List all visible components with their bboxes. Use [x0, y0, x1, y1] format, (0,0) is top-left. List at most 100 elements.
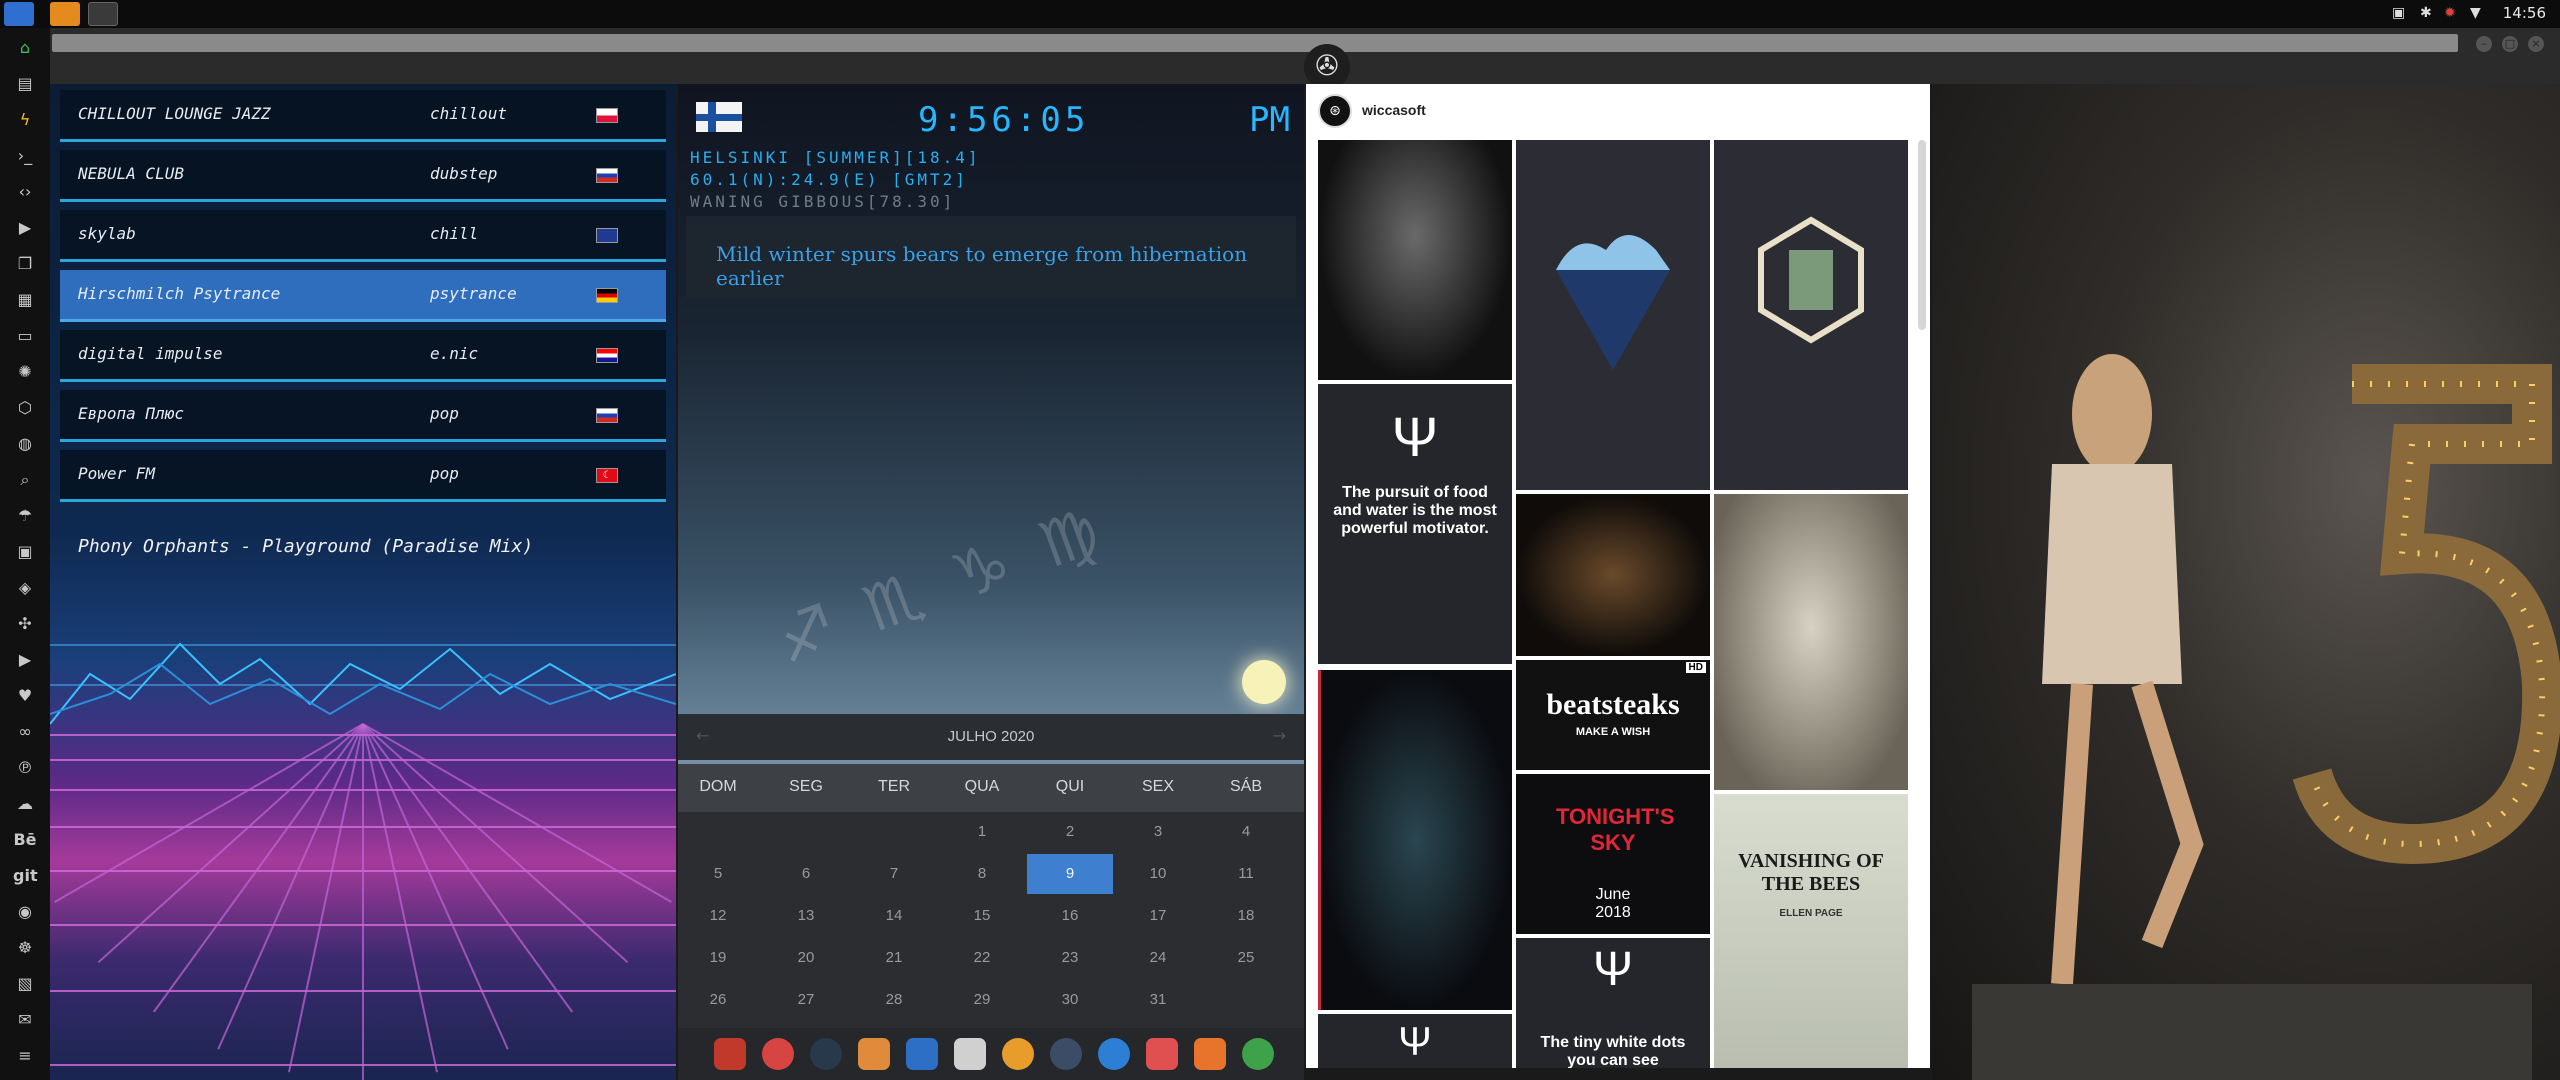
globe-icon[interactable]: ◍: [13, 432, 37, 456]
post-pursuit-tile[interactable]: Ψ The pursuit of food and water is the m…: [1318, 384, 1512, 664]
maximize-button[interactable]: □: [2502, 36, 2518, 52]
world-icon[interactable]: [1098, 1038, 1130, 1070]
calendar-day[interactable]: 14: [851, 896, 937, 936]
photos-icon[interactable]: [858, 1038, 890, 1070]
cloud-icon[interactable]: ☁: [13, 792, 37, 816]
network-icon[interactable]: ⬡: [13, 396, 37, 420]
post-portrait-tile[interactable]: [1318, 140, 1512, 380]
calendar-day[interactable]: 28: [851, 980, 937, 1020]
calendar-day[interactable]: 6: [763, 854, 849, 894]
home-icon[interactable]: ⌂: [13, 36, 37, 60]
timer-icon[interactable]: [762, 1038, 794, 1070]
calendar-day[interactable]: 29: [939, 980, 1025, 1020]
calendar-day[interactable]: 26: [678, 980, 761, 1020]
document-icon[interactable]: ▤: [13, 72, 37, 96]
address-bar[interactable]: [52, 34, 2458, 52]
calendar-day-today[interactable]: 9: [1027, 854, 1113, 894]
calendar-day[interactable]: 11: [1203, 854, 1289, 894]
station-row-selected[interactable]: Hirschmilch Psytrance psytrance: [60, 270, 666, 322]
play-icon[interactable]: ▶: [13, 216, 37, 240]
users-icon[interactable]: ☸: [13, 936, 37, 960]
calendar-day[interactable]: 16: [1027, 896, 1113, 936]
clock-app-icon[interactable]: [1050, 1038, 1082, 1070]
station-row[interactable]: CHILLOUT LOUNGE JAZZ chillout: [60, 90, 666, 142]
news-ticker[interactable]: Mild winter spurs bears to emerge from h…: [686, 216, 1296, 298]
mail-icon[interactable]: ✉: [13, 1008, 37, 1032]
post-warrior-tile[interactable]: [1318, 670, 1512, 1010]
calendar-day[interactable]: 3: [1115, 812, 1201, 852]
calendar-day[interactable]: 27: [763, 980, 849, 1020]
station-row[interactable]: digital impulse e.nic: [60, 330, 666, 382]
yandex-icon[interactable]: [1242, 1038, 1274, 1070]
image-icon[interactable]: ▦: [13, 288, 37, 312]
calendar-day[interactable]: 22: [939, 938, 1025, 978]
forward-icon[interactable]: [1194, 1038, 1226, 1070]
calendar-day[interactable]: 17: [1115, 896, 1201, 936]
search-app-icon[interactable]: [1002, 1038, 1034, 1070]
post-tile[interactable]: Ψ: [1318, 1014, 1512, 1068]
map-icon[interactable]: ▧: [13, 972, 37, 996]
profile-avatar[interactable]: ⊛: [1318, 94, 1352, 128]
station-row[interactable]: NEBULA CLUB dubstep: [60, 150, 666, 202]
system-clock[interactable]: 14:56: [2503, 4, 2546, 22]
code-icon[interactable]: ‹›: [13, 180, 37, 204]
app-icon[interactable]: [714, 1038, 746, 1070]
server-icon[interactable]: ≡: [13, 1044, 37, 1068]
post-painting-tile[interactable]: [1516, 494, 1710, 656]
post-beatsteaks-tile[interactable]: HD beatsteaks MAKE A WISH: [1516, 660, 1710, 770]
close-button[interactable]: ×: [2528, 36, 2544, 52]
copy-icon[interactable]: ❐: [13, 252, 37, 276]
browser-app-icon[interactable]: [88, 2, 118, 26]
behance-icon[interactable]: Bē: [13, 828, 37, 852]
contact-icon[interactable]: ▣: [13, 540, 37, 564]
post-wave-tile[interactable]: [1516, 140, 1710, 490]
terminal-icon[interactable]: ›_: [13, 144, 37, 168]
calendar-day[interactable]: 1: [939, 812, 1025, 852]
post-statue-tile[interactable]: [1714, 494, 1908, 790]
wifi-icon[interactable]: ▼: [2470, 5, 2481, 21]
screenshot-icon[interactable]: ▣: [2392, 5, 2405, 21]
calendar-day[interactable]: 19: [678, 938, 761, 978]
calendar-day[interactable]: 25: [1203, 938, 1289, 978]
calendar-day[interactable]: 7: [851, 854, 937, 894]
calendar-day[interactable]: 31: [1115, 980, 1201, 1020]
alert-icon[interactable]: ✹: [2444, 5, 2456, 21]
calendar-day[interactable]: 15: [939, 896, 1025, 936]
calendar-day[interactable]: 13: [763, 896, 849, 936]
calendar-day[interactable]: 12: [678, 896, 761, 936]
news-headline[interactable]: Mild winter spurs bears to emerge from h…: [716, 242, 1296, 290]
calendar-day[interactable]: 20: [763, 938, 849, 978]
id-card-icon[interactable]: ▭: [13, 324, 37, 348]
bluetooth-icon[interactable]: ✱: [2420, 5, 2432, 21]
expand-icon[interactable]: ✣: [13, 612, 37, 636]
calendar-day[interactable]: 24: [1115, 938, 1201, 978]
umbrella-icon[interactable]: ☂: [13, 504, 37, 528]
sublime-text-icon[interactable]: [50, 2, 80, 26]
calendar-day[interactable]: 2: [1027, 812, 1113, 852]
github-icon[interactable]: ◉: [13, 900, 37, 924]
next-month-icon[interactable]: →: [1273, 726, 1286, 745]
post-vanishing-bees-tile[interactable]: VANISHING OF THE BEES ELLEN PAGE: [1714, 794, 1908, 1068]
post-hexagon-tile[interactable]: [1714, 140, 1908, 490]
post-tonight-sky-tile[interactable]: TONIGHT'S SKY June 2018: [1516, 774, 1710, 934]
calendar-day[interactable]: 4: [1203, 812, 1289, 852]
calendar-day[interactable]: 18: [1203, 896, 1289, 936]
minimize-button[interactable]: –: [2476, 36, 2492, 52]
calendar-day[interactable]: 23: [1027, 938, 1113, 978]
calendar-day[interactable]: 5: [678, 854, 761, 894]
station-row[interactable]: skylab chill: [60, 210, 666, 262]
galaxy-icon[interactable]: [810, 1038, 842, 1070]
translate-icon[interactable]: [906, 1038, 938, 1070]
station-row[interactable]: Power FM pop ☾: [60, 450, 666, 502]
calendar-day[interactable]: 8: [939, 854, 1025, 894]
post-tiny-dots-tile[interactable]: Ψ The tiny white dots you can see: [1516, 938, 1710, 1068]
git-icon[interactable]: git: [13, 864, 38, 888]
station-row[interactable]: Европа Плюс pop: [60, 390, 666, 442]
calendar-day[interactable]: 30: [1027, 980, 1113, 1020]
search-icon[interactable]: ⌕: [13, 468, 37, 492]
youtube-icon[interactable]: ▶: [13, 648, 37, 672]
feed-scrollbar[interactable]: [1918, 140, 1926, 330]
pinterest-icon[interactable]: ℗: [13, 756, 37, 780]
tag-icon[interactable]: ◈: [13, 576, 37, 600]
news-icon[interactable]: [954, 1038, 986, 1070]
